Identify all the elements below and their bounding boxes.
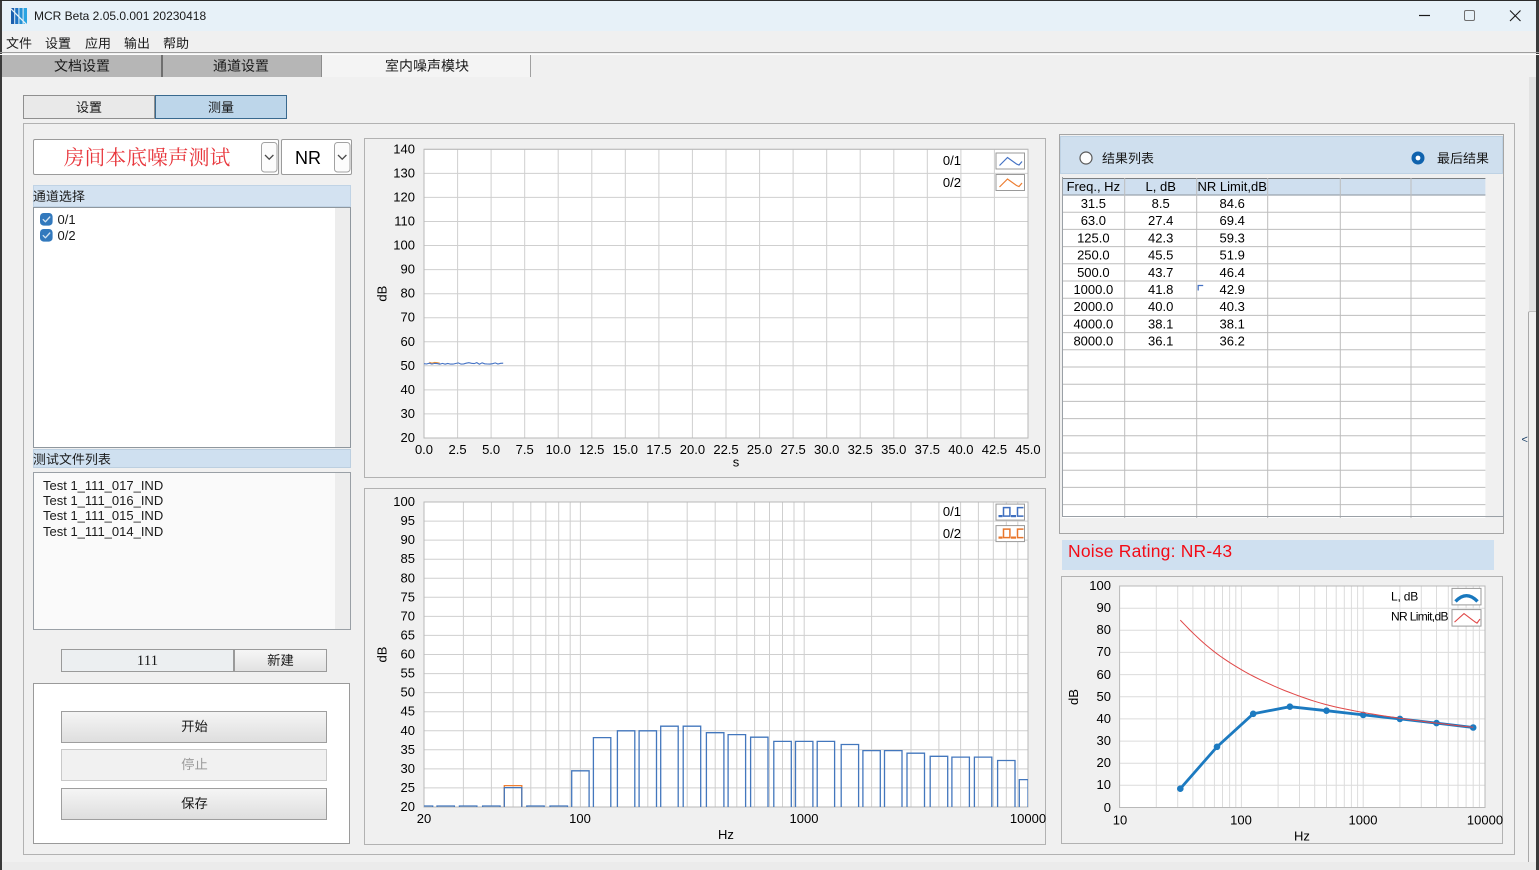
svg-text:80: 80 [1097,622,1111,637]
svg-text:70: 70 [401,608,415,623]
svg-text:42.5: 42.5 [982,442,1007,457]
svg-text:20.0: 20.0 [680,442,705,457]
svg-text:30: 30 [401,406,415,421]
svg-text:L, dB: L, dB [1391,590,1418,604]
svg-text:0/1: 0/1 [943,504,961,519]
svg-text:10: 10 [1097,777,1111,792]
svg-text:20: 20 [417,811,431,826]
svg-text:120: 120 [393,189,415,204]
svg-text:85: 85 [401,551,415,566]
svg-text:12.5: 12.5 [579,442,604,457]
svg-text:50: 50 [401,358,415,373]
svg-text:60: 60 [1097,667,1111,682]
svg-text:70: 70 [401,310,415,325]
svg-text:dB: dB [375,647,390,663]
svg-text:1000: 1000 [1349,813,1378,828]
svg-text:0/2: 0/2 [943,175,961,190]
svg-text:10: 10 [1113,813,1127,828]
svg-text:50: 50 [1097,689,1111,704]
svg-text:80: 80 [401,286,415,301]
svg-text:dB: dB [1066,689,1081,705]
svg-text:140: 140 [393,141,415,156]
svg-text:10.0: 10.0 [546,442,571,457]
svg-text:10000: 10000 [1010,811,1046,826]
svg-text:130: 130 [393,165,415,180]
svg-text:2.5: 2.5 [449,442,467,457]
svg-text:37.5: 37.5 [915,442,940,457]
svg-text:17.5: 17.5 [646,442,671,457]
svg-text:50: 50 [401,685,415,700]
svg-text:20: 20 [401,799,415,814]
svg-text:35: 35 [401,742,415,757]
svg-text:60: 60 [401,647,415,662]
svg-text:65: 65 [401,627,415,642]
svg-text:32.5: 32.5 [848,442,873,457]
svg-text:35.0: 35.0 [881,442,906,457]
svg-text:s: s [733,455,740,470]
svg-text:20: 20 [401,430,415,445]
svg-text:100: 100 [569,811,591,826]
svg-text:55: 55 [401,666,415,681]
svg-text:30.0: 30.0 [814,442,839,457]
svg-text:90: 90 [1097,600,1111,615]
svg-text:45: 45 [401,704,415,719]
svg-text:40: 40 [1097,711,1111,726]
svg-text:40: 40 [401,382,415,397]
svg-text:27.5: 27.5 [780,442,805,457]
svg-text:100: 100 [393,238,415,253]
svg-text:90: 90 [401,532,415,547]
svg-text:30: 30 [401,761,415,776]
svg-text:15.0: 15.0 [613,442,638,457]
svg-text:70: 70 [1097,644,1111,659]
svg-text:0: 0 [1104,800,1111,815]
svg-text:0/1: 0/1 [943,153,961,168]
svg-text:10000: 10000 [1467,813,1503,828]
svg-text:1000: 1000 [790,811,819,826]
svg-text:40: 40 [401,723,415,738]
svg-text:100: 100 [1089,578,1111,593]
svg-text:25: 25 [401,780,415,795]
svg-text:5.0: 5.0 [482,442,500,457]
svg-text:80: 80 [401,570,415,585]
svg-text:100: 100 [393,494,415,509]
svg-text:95: 95 [401,513,415,528]
svg-text:60: 60 [401,334,415,349]
svg-text:20: 20 [1097,755,1111,770]
svg-text:110: 110 [394,213,415,228]
svg-text:0.0: 0.0 [415,442,433,457]
svg-text:0/2: 0/2 [943,526,961,541]
svg-text:30: 30 [1097,733,1111,748]
svg-text:dB: dB [375,286,390,302]
svg-text:75: 75 [401,589,415,604]
svg-text:45.0: 45.0 [1015,442,1040,457]
svg-text:Hz: Hz [1294,829,1310,844]
svg-text:25.0: 25.0 [747,442,772,457]
svg-text:90: 90 [401,262,415,277]
svg-text:100: 100 [1230,813,1252,828]
svg-text:40.0: 40.0 [948,442,973,457]
svg-text:NR Limit,dB: NR Limit,dB [1391,610,1449,624]
svg-text:Hz: Hz [718,827,734,842]
svg-text:7.5: 7.5 [516,442,534,457]
